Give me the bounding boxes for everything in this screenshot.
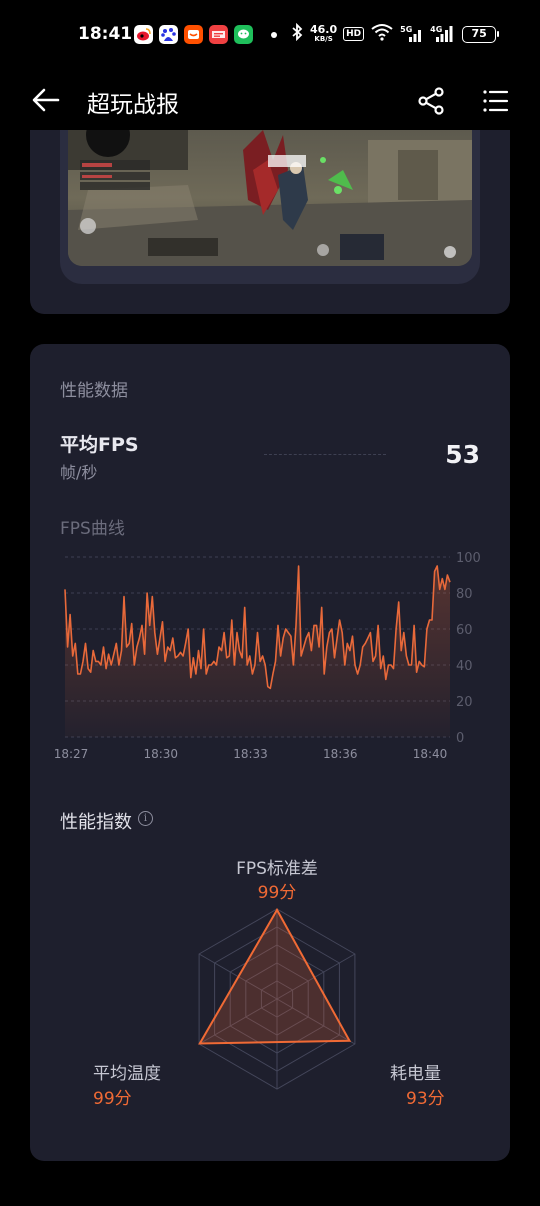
divider-dashed [264, 454, 386, 455]
y-tick-label: 0 [456, 731, 464, 746]
radar-chart-area: FPS标准差 99分 耗电量 93分 平均温度 99分 [30, 844, 510, 1154]
phone-frame [60, 130, 480, 284]
radar-label-temperature: 平均温度 [93, 1064, 161, 1084]
section-title: 性能数据 [60, 381, 128, 401]
radar-value-polygon [198, 907, 352, 1045]
x-tick-label: 18:40 [413, 747, 448, 761]
wechat-icon [234, 25, 253, 44]
highlight-card [30, 130, 510, 314]
weibo-icon [134, 25, 153, 44]
hd-badge: HD [343, 27, 365, 41]
radar-score-power: 93分 [406, 1089, 445, 1109]
performance-index-title: 性能指数 [60, 812, 132, 833]
battery-indicator: 75 [462, 25, 500, 43]
signal-4g: 4G [430, 25, 456, 43]
network-speed-unit: KB/S [314, 35, 333, 43]
y-axis-ticks: 100 80 60 40 20 0 [456, 551, 481, 746]
info-icon[interactable]: i [138, 811, 153, 826]
fps-curve-title: FPS曲线 [60, 519, 125, 539]
fps-area [65, 566, 450, 737]
performance-card: 性能数据 平均FPS 帧/秒 53 FPS曲线 100 80 60 40 20 0 18:… [30, 344, 510, 1161]
system-icons: 46.0 KB/S HD 5G 4G 75 [290, 22, 500, 46]
page-title: 超玩战报 [87, 92, 179, 118]
share-icon [418, 87, 444, 115]
wifi-icon [370, 23, 394, 45]
notification-icons [134, 25, 253, 44]
x-tick-label: 18:27 [54, 747, 89, 761]
radar-label-fps-std: FPS标准差 [236, 859, 318, 879]
network-speed-value: 46.0 [310, 23, 338, 36]
y-tick-label: 20 [456, 695, 473, 710]
radar-label-power: 耗电量 [390, 1064, 441, 1084]
y-tick-label: 60 [456, 623, 473, 638]
x-tick-label: 18:30 [143, 747, 178, 761]
toutiao-icon [209, 25, 228, 44]
x-tick-label: 18:33 [233, 747, 268, 761]
avg-fps-value: 53 [445, 440, 480, 469]
taobao-icon [184, 25, 203, 44]
app-header: 超玩战报 [0, 70, 540, 130]
bluetooth-icon [290, 22, 304, 45]
network-speed: 46.0 KB/S [310, 23, 338, 43]
radar-score-temperature: 99分 [93, 1089, 132, 1109]
x-axis-ticks: 18:27 18:30 18:33 18:36 18:40 [54, 747, 448, 761]
share-button[interactable] [416, 86, 446, 116]
game-screenshot[interactable] [68, 130, 472, 266]
avg-fps-label: 平均FPS [60, 434, 139, 456]
status-time: 18:41 [78, 24, 133, 44]
y-tick-label: 80 [456, 587, 473, 602]
y-tick-label: 100 [456, 551, 481, 566]
arrow-left-icon [32, 88, 60, 112]
baidu-icon [159, 25, 178, 44]
signal-5g: 5G [400, 25, 424, 43]
notification-dot [271, 32, 277, 38]
avg-fps-unit: 帧/秒 [60, 463, 98, 482]
x-tick-label: 18:36 [323, 747, 358, 761]
fps-line-chart: 100 80 60 40 20 0 18:27 18:30 18:33 18:36 18:40 [54, 551, 481, 761]
status-bar: 18:41 46.0 KB/S HD 5G 4G 75 [0, 0, 540, 70]
radar-score-fps-std: 99分 [257, 883, 297, 903]
back-button[interactable] [30, 86, 62, 114]
menu-button[interactable] [480, 86, 510, 116]
list-icon [483, 90, 509, 112]
y-tick-label: 40 [456, 659, 473, 674]
